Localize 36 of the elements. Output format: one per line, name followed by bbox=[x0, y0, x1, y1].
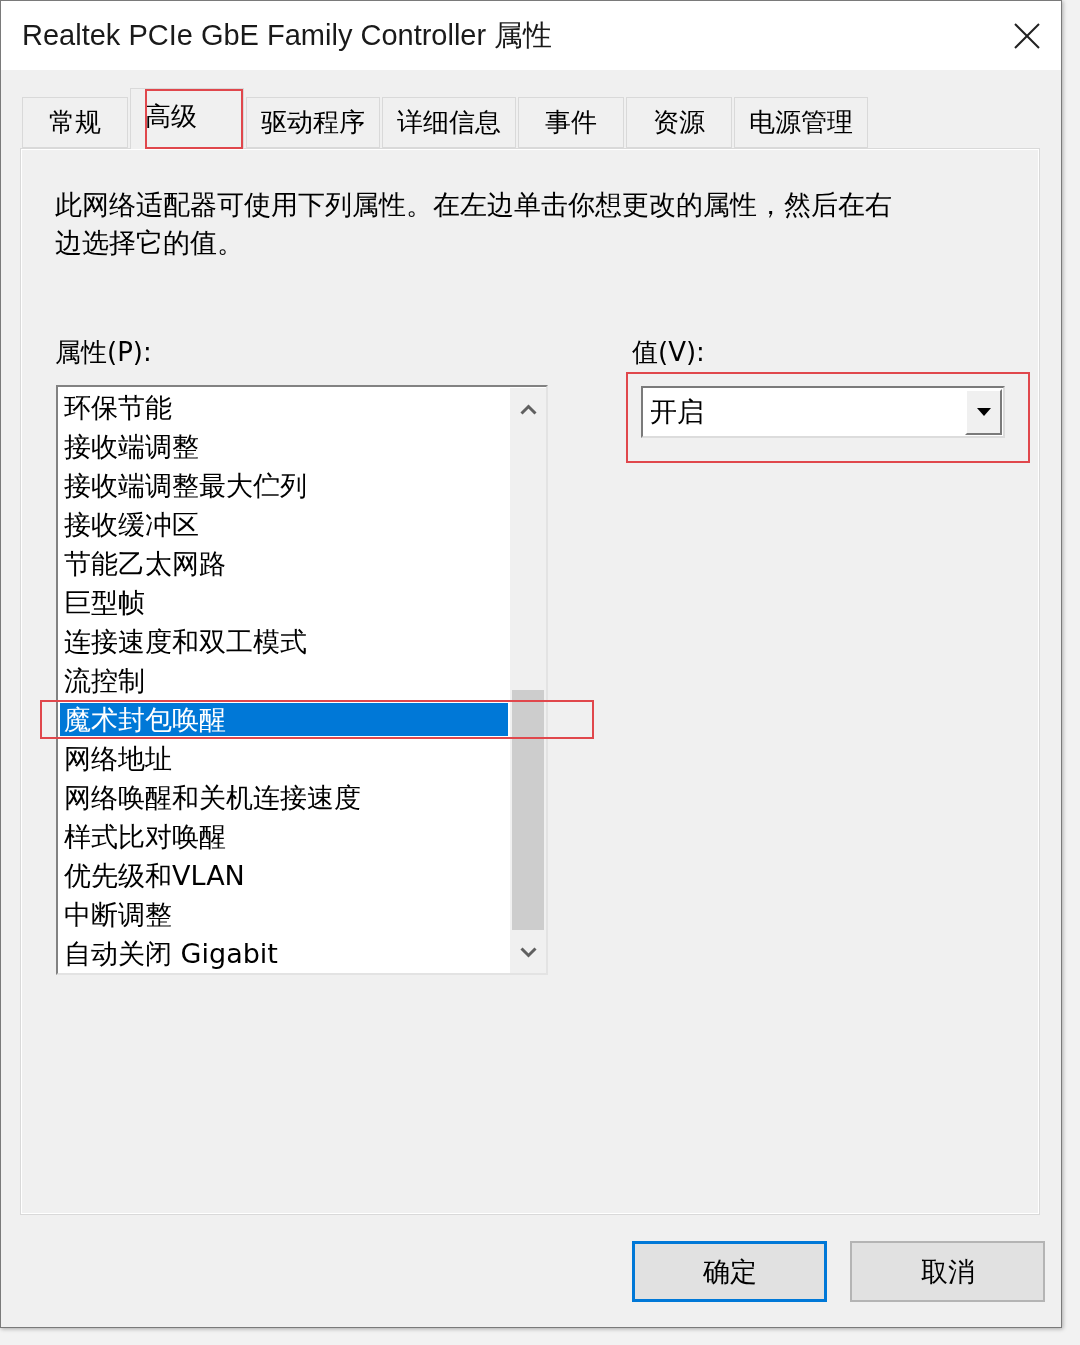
close-icon[interactable] bbox=[1014, 22, 1040, 49]
list-item[interactable]: 巨型帧 bbox=[60, 583, 508, 622]
tab[interactable]: 常规 bbox=[22, 97, 128, 148]
tab[interactable]: 电源管理 bbox=[734, 97, 868, 148]
list-item[interactable]: 优先级和VLAN bbox=[60, 856, 508, 895]
list-item[interactable]: 接收缓冲区 bbox=[60, 505, 508, 544]
list-item[interactable]: 网络唤醒和关机连接速度 bbox=[60, 778, 508, 817]
list-item[interactable]: 连接速度和双工模式 bbox=[60, 622, 508, 661]
chevron-up-icon[interactable] bbox=[519, 403, 537, 415]
tab[interactable]: 驱动程序 bbox=[246, 97, 380, 148]
tab[interactable]: 高级 bbox=[130, 88, 244, 149]
dialog-button[interactable]: 确定 bbox=[632, 1241, 827, 1302]
list-item[interactable]: 流控制 bbox=[60, 661, 508, 700]
list-item[interactable]: 中断调整 bbox=[60, 895, 508, 934]
list-item[interactable]: 样式比对唤醒 bbox=[60, 817, 508, 856]
dialog-button[interactable]: 取消 bbox=[850, 1241, 1045, 1302]
list-item[interactable]: 接收端调整最大伫列 bbox=[60, 466, 508, 505]
value-dropdown[interactable]: 开启 bbox=[641, 386, 1005, 438]
description-text: 此网络适配器可使用下列属性。在左边单击你想更改的属性，然后在右边选择它的值。 bbox=[55, 188, 893, 260]
list-item[interactable]: 环保节能 bbox=[60, 388, 508, 427]
tab[interactable]: 事件 bbox=[518, 97, 624, 148]
field-label: 值(V): bbox=[631, 337, 705, 367]
dropdown-button[interactable] bbox=[965, 389, 1002, 435]
caret-down-icon bbox=[976, 408, 991, 416]
scrollbar-thumb[interactable] bbox=[512, 690, 544, 930]
scrollbar[interactable] bbox=[510, 388, 546, 973]
tab[interactable]: 详细信息 bbox=[382, 97, 516, 148]
list-item[interactable]: 节能乙太网路 bbox=[60, 544, 508, 583]
window-title: Realtek PCIe GbE Family Controller 属性 bbox=[22, 17, 553, 53]
chevron-down-icon[interactable] bbox=[519, 946, 537, 958]
field-label: 属性(P): bbox=[55, 337, 153, 367]
tab[interactable]: 资源 bbox=[626, 97, 732, 148]
list-item[interactable]: 接收端调整 bbox=[60, 427, 508, 466]
list-item[interactable]: 自动关闭 Gigabit bbox=[60, 934, 508, 973]
list-item[interactable]: 网络地址 bbox=[60, 739, 508, 778]
list-item[interactable]: 魔术封包唤醒 bbox=[60, 700, 508, 739]
